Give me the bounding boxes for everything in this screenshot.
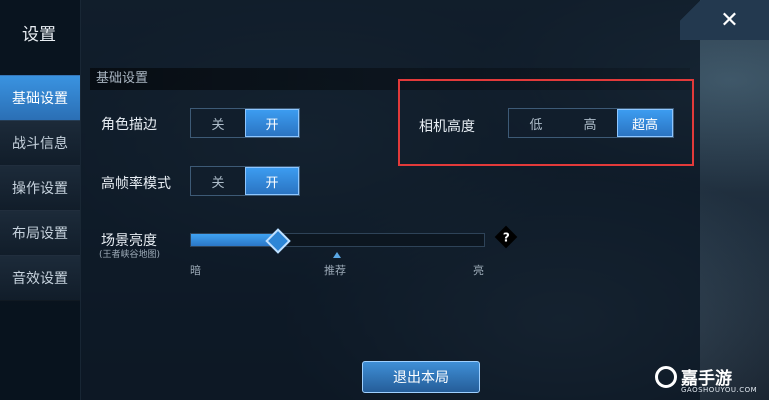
- sidebar-item-audio[interactable]: 音效设置: [0, 255, 80, 301]
- settings-panel: [0, 0, 700, 400]
- high-fps-off-option[interactable]: 关: [191, 167, 245, 195]
- brightness-sublabel: (王者峡谷地图): [99, 250, 161, 260]
- high-fps-label: 高帧率模式: [101, 176, 171, 192]
- outline-toggle: 关 开: [190, 108, 300, 138]
- close-button[interactable]: ✕: [680, 0, 769, 40]
- sidebar-item-battle-info[interactable]: 战斗信息: [0, 120, 80, 166]
- sidebar-item-controls[interactable]: 操作设置: [0, 165, 80, 211]
- high-fps-on-option[interactable]: 开: [245, 167, 299, 195]
- brightness-recommend-label: 推荐: [324, 264, 346, 277]
- close-icon: ✕: [720, 7, 739, 33]
- watermark-logo-icon: [655, 365, 677, 388]
- sidebar-item-layout[interactable]: 布局设置: [0, 210, 80, 256]
- watermark-domain: GAOSHOUYOU.COM: [681, 386, 758, 394]
- brightness-min-label: 暗: [190, 264, 201, 277]
- watermark: 嘉手游 GAOSHOUYOU.COM: [655, 364, 757, 394]
- recommend-marker: [333, 252, 341, 258]
- settings-sidebar: 设置 基础设置 战斗信息 操作设置 布局设置 音效设置: [0, 0, 81, 400]
- settings-title: 设置: [22, 25, 56, 45]
- high-fps-toggle: 关 开: [190, 166, 300, 196]
- sidebar-item-basic[interactable]: 基础设置: [0, 75, 80, 121]
- outline-label: 角色描边: [101, 117, 157, 133]
- outline-off-option[interactable]: 关: [191, 109, 245, 137]
- exit-match-button[interactable]: 退出本局: [362, 361, 480, 393]
- brightness-slider[interactable]: [190, 233, 485, 247]
- brightness-max-label: 亮: [473, 264, 484, 277]
- outline-on-option[interactable]: 开: [245, 109, 299, 137]
- highlight-box: [398, 79, 694, 166]
